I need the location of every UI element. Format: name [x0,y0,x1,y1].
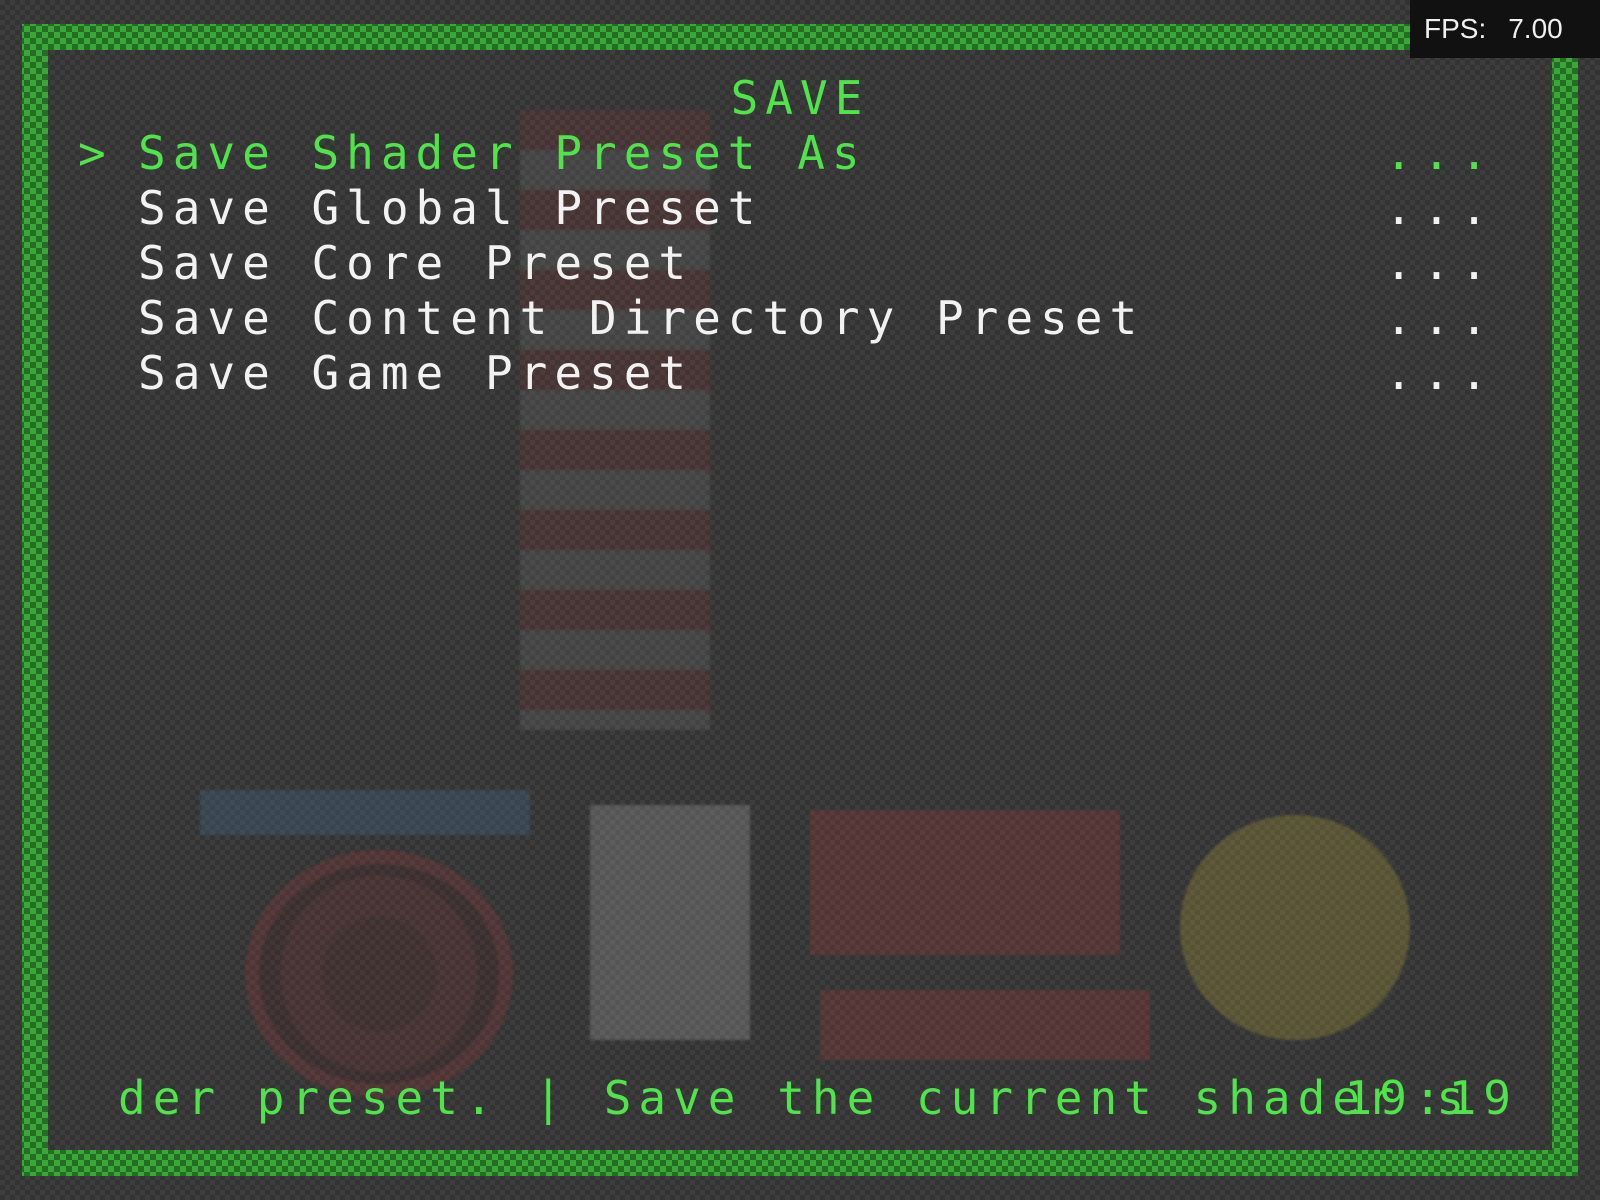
menu-item-save-game-preset[interactable]: Save Game Preset ... [78,346,1498,401]
menu-item-label: Save Content Directory Preset [138,291,1145,345]
selection-cursor-icon: > [78,126,113,180]
menu-item-value: ... [1384,181,1498,235]
game-screen: SAVE > Save Shader Preset As ... Save Gl… [0,0,1600,1200]
fps-value: 7.00 [1508,13,1563,44]
fps-label: FPS: [1424,13,1487,44]
menu-item-value: ... [1384,291,1498,345]
fps-counter: FPS: 7.00 [1410,0,1600,58]
menu-item-save-core-preset[interactable]: Save Core Preset ... [78,236,1498,291]
menu-item-value: ... [1384,236,1498,290]
menu-item-label: Save Global Preset [138,181,763,235]
menu-item-save-content-directory-preset[interactable]: Save Content Directory Preset ... [78,291,1498,346]
menu-item-save-shader-preset-as[interactable]: > Save Shader Preset As ... [78,126,1498,181]
menu-item-save-global-preset[interactable]: Save Global Preset ... [78,181,1498,236]
clock: 19:19 [1344,1071,1518,1125]
menu-item-value: ... [1384,346,1498,400]
sublabel-ticker: der preset. | Save the current shader s [118,1071,1472,1125]
menu-item-value: ... [1384,126,1498,180]
menu-title: SAVE [730,71,870,125]
menu-item-label: Save Core Preset [138,236,694,290]
menu-item-label: Save Game Preset [138,346,694,400]
status-footer: der preset. | Save the current shader s … [118,1070,1518,1126]
menu-item-label: Save Shader Preset As [138,126,867,180]
save-menu-list: > Save Shader Preset As ... Save Global … [78,126,1498,401]
